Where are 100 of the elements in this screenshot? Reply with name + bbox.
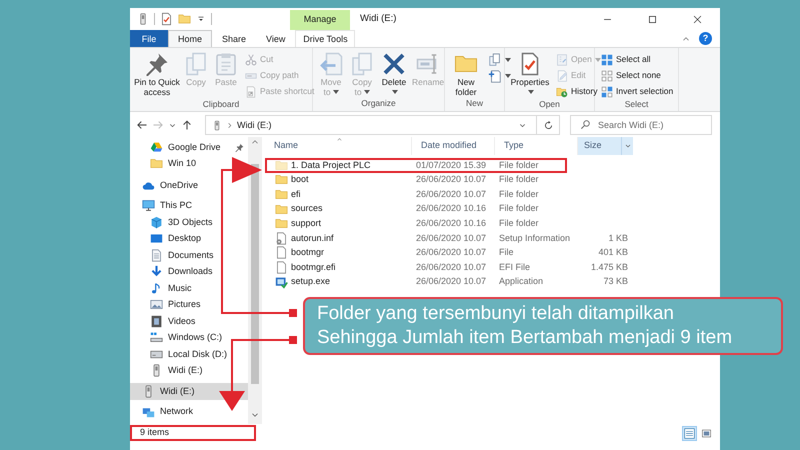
pin-icon	[145, 52, 169, 76]
sidebar-item[interactable]: Network	[130, 404, 194, 420]
file-type: File folder	[499, 203, 539, 214]
large-icons-view-icon	[701, 428, 712, 438]
ribbon-button[interactable]: History	[554, 84, 603, 99]
drive-icon	[212, 118, 222, 132]
scrollbar-thumb[interactable]	[251, 164, 259, 384]
back-button[interactable]	[136, 119, 148, 131]
file-type: Application	[499, 276, 544, 286]
file-type: File folder	[499, 160, 539, 170]
shortcut-icon	[245, 86, 257, 98]
address-bar[interactable]: Widi (E:)	[205, 115, 560, 135]
sidebar-item[interactable]: Widi (E:)	[130, 362, 202, 379]
download-icon	[150, 265, 163, 278]
film-icon	[150, 314, 163, 328]
sidebar-item[interactable]: Windows (C:)	[130, 330, 222, 346]
ribbon-button[interactable]: Delete	[379, 52, 409, 97]
up-arrow-icon	[181, 119, 193, 131]
file-name[interactable]: 1. Data Project PLC	[291, 158, 371, 172]
file-name[interactable]: sources	[291, 202, 323, 216]
file-size: 73 KB	[603, 276, 628, 286]
group-label: Open	[538, 99, 561, 111]
file-name[interactable]: bootmgr	[291, 246, 324, 260]
edit-icon	[556, 70, 568, 82]
forward-arrow-icon	[152, 119, 164, 131]
drive-logo-icon	[150, 140, 163, 154]
file-type: File folder	[499, 174, 539, 184]
sidebar-item[interactable]: Google Drive	[130, 139, 248, 156]
sidebar-item[interactable]: OneDrive	[130, 177, 198, 194]
ribbon-button[interactable]: New folder	[449, 52, 483, 97]
folder-icon	[150, 157, 163, 170]
ribbon-tab[interactable]: View	[256, 30, 296, 47]
select-none-icon	[601, 70, 613, 82]
group-label: Clipboard	[202, 99, 240, 111]
ribbon-button[interactable]: Properties	[509, 52, 551, 97]
file-name[interactable]: boot	[291, 173, 309, 187]
file-type: Setup Information	[499, 232, 570, 243]
easy-access-icon	[488, 68, 502, 82]
invert-selection-icon	[601, 86, 613, 98]
contextual-tab-header: Manage	[290, 10, 350, 30]
file-size: 401 KB	[598, 247, 628, 258]
ribbon-tab[interactable]: Home	[168, 30, 212, 47]
copy-icon	[350, 52, 374, 76]
details-view-icon	[684, 428, 695, 438]
ribbon-button[interactable]	[486, 68, 513, 83]
file-type: File	[499, 247, 514, 258]
group-label: Organize	[360, 98, 397, 110]
scrollbar[interactable]	[248, 137, 262, 424]
modified-date: 26/06/2020 10.07	[416, 262, 486, 272]
modified-date: 26/06/2020 10.07	[416, 174, 486, 184]
modified-date: 26/06/2020 10.07	[416, 276, 486, 286]
sidebar-item[interactable]: Widi (E:)	[130, 383, 248, 400]
file-name[interactable]: bootmgr.efi	[291, 260, 336, 274]
new-item-icon	[488, 52, 502, 66]
ribbon-tab[interactable]: Share	[212, 30, 256, 47]
search-field[interactable]: Search Widi (E:)	[570, 115, 712, 135]
file-size: 1 KB	[608, 232, 628, 243]
sidebar-item[interactable]: Documents	[130, 247, 214, 264]
file-type: File folder	[499, 188, 539, 199]
file-type: EFI File	[499, 262, 530, 272]
sidebar-item[interactable]: 3D Objects	[130, 214, 213, 230]
file-name[interactable]: autorun.inf	[291, 232, 334, 246]
close-icon	[692, 14, 703, 24]
callout-text: Folder yang tersembunyi telah ditampilkan	[317, 302, 675, 326]
column-header[interactable]: Name	[265, 137, 412, 155]
column-header[interactable]: Size	[578, 137, 633, 155]
select-all-icon	[601, 54, 613, 66]
clipboard-icon	[214, 52, 238, 76]
ribbon-tab[interactable]: File	[130, 30, 168, 47]
up-button[interactable]	[181, 119, 193, 131]
open-icon	[556, 54, 568, 66]
modified-date: 26/06/2020 10.07	[416, 188, 486, 199]
ribbon-button[interactable]: Pin to Quick access	[134, 52, 180, 97]
picture-icon	[150, 298, 163, 312]
column-header[interactable]: Date modified	[412, 137, 495, 155]
breadcrumb[interactable]: Widi (E:)	[237, 120, 272, 130]
modified-date: 26/06/2020 10.16	[416, 218, 486, 228]
help-button[interactable]: ?	[699, 32, 712, 45]
item-count: 9 items	[140, 426, 170, 440]
sidebar-item[interactable]: This PC	[130, 198, 192, 214]
modified-date: 26/06/2020 10.07	[416, 232, 486, 243]
sidebar-item[interactable]: Videos	[130, 313, 196, 330]
modified-date: 01/07/2020 15.39	[416, 160, 486, 170]
sidebar-item[interactable]: Pictures	[130, 296, 201, 313]
details-view-button[interactable]	[682, 426, 697, 440]
sidebar-item[interactable]: Local Disk (D:)	[130, 346, 228, 362]
file-size: 1.475 KB	[590, 262, 628, 272]
refresh-icon	[542, 120, 554, 130]
file-name[interactable]: support	[291, 216, 322, 230]
sidebar-item[interactable]: Music	[130, 280, 192, 296]
sidebar-item[interactable]: Win 10	[130, 156, 196, 172]
group-label: Select	[624, 99, 650, 111]
copy-icon	[184, 52, 208, 76]
callout-text: Sehingga Jumlah item Bertambah menjadi 9 item	[317, 326, 734, 350]
sidebar-item[interactable]: Desktop	[130, 230, 202, 247]
file-name[interactable]: setup.exe	[291, 275, 330, 289]
group-label: New	[464, 98, 484, 110]
file-name[interactable]: efi	[291, 188, 301, 202]
sidebar-item[interactable]: Downloads	[130, 264, 213, 280]
properties-icon[interactable]	[160, 12, 173, 26]
